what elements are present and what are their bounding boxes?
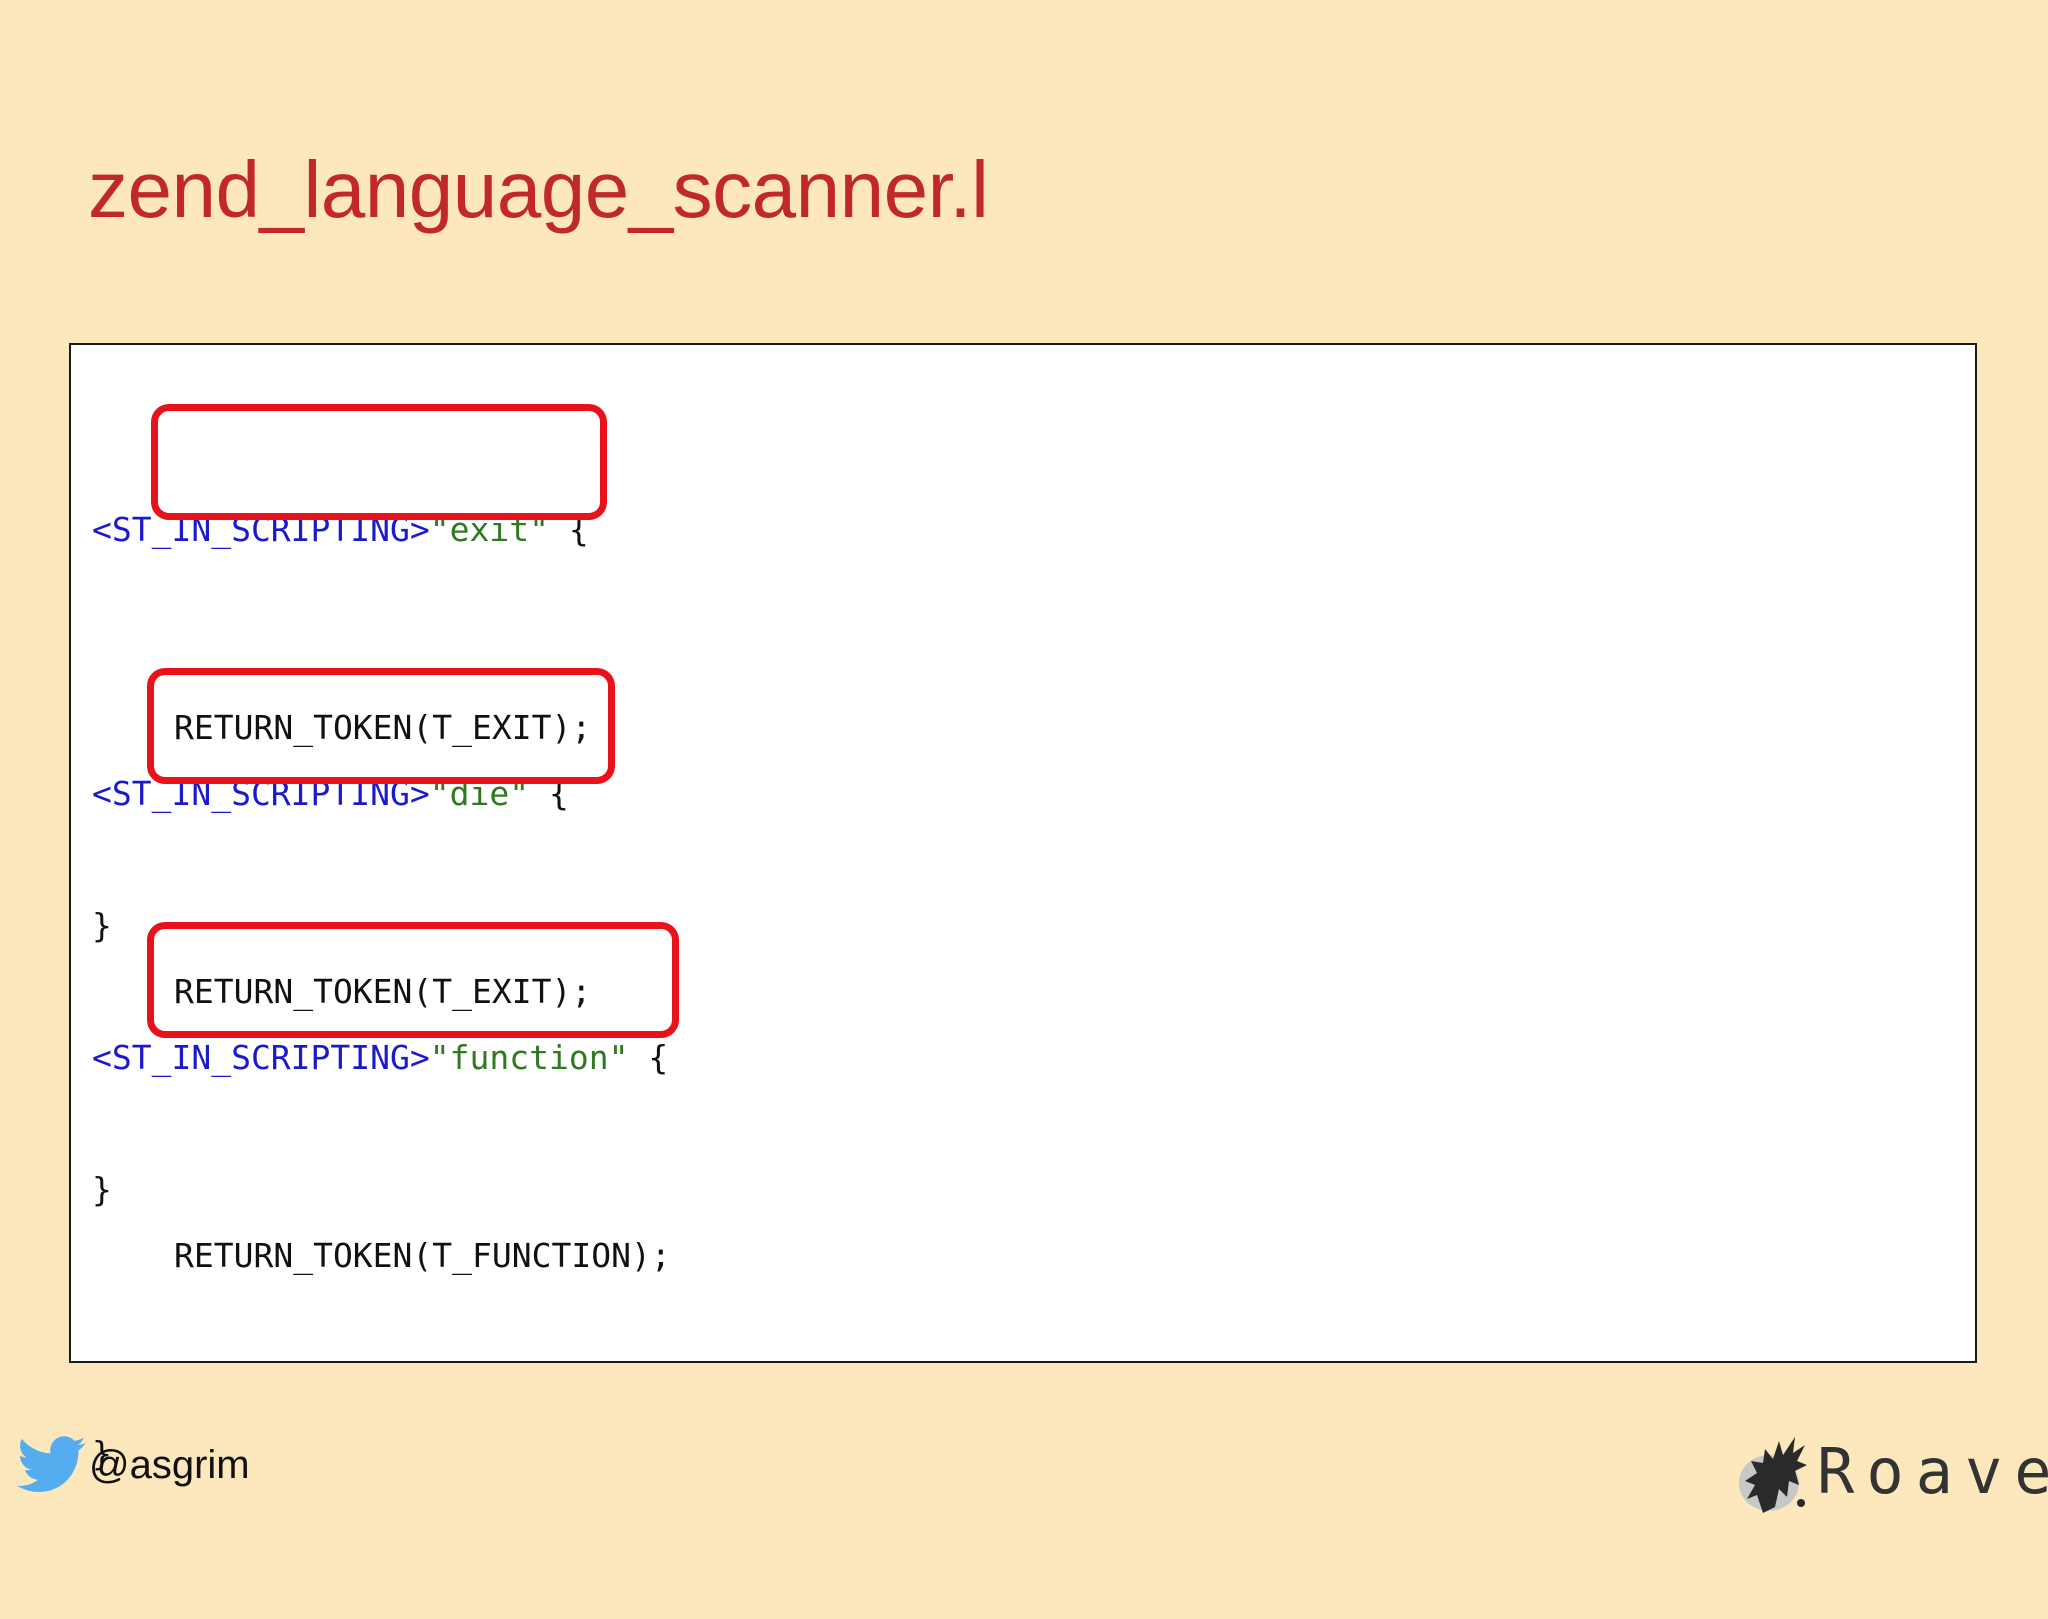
code-panel: <ST_IN_SCRIPTING>"exit" { RETURN_TOKEN(T… [69,343,1977,1473]
slide-title: zend_language_scanner.l [88,145,989,234]
roave-logo: Roave [1735,1415,2048,1515]
roave-logo-icon [1735,1415,1815,1515]
highlight-box-function [147,922,679,1038]
twitter-handle[interactable]: @asgrim [17,1435,250,1495]
highlight-box-exit [151,404,607,520]
state-token: <ST_IN_SCRIPTING> [92,1038,430,1077]
string-token: "function" [429,1038,629,1077]
twitter-bird-icon [17,1436,87,1494]
handle-text: @asgrim [89,1442,250,1487]
code-line-body: RETURN_TOKEN(T_FUNCTION); [92,1223,671,1289]
return-statement: RETURN_TOKEN(T_FUNCTION); [174,1236,671,1275]
highlight-box-die [147,668,615,784]
open-brace: { [628,1038,669,1077]
roave-logo-text: Roave [1817,1435,2048,1508]
